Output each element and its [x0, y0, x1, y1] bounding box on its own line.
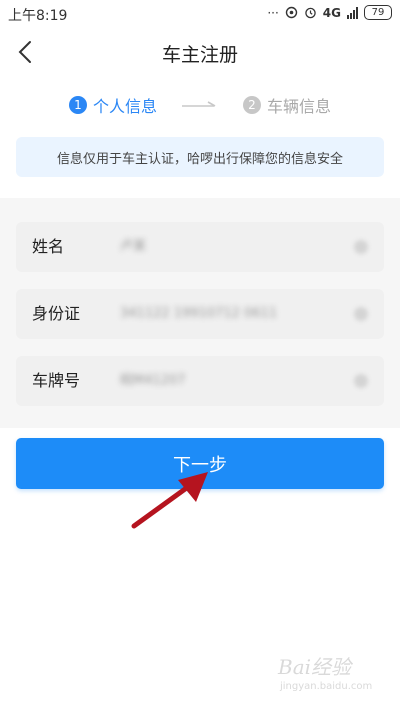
- step-vehicle-info: 2 车辆信息: [243, 93, 331, 117]
- alarm-icon: [305, 7, 316, 19]
- name-label: 姓名: [32, 237, 65, 256]
- page-title: 车主注册: [161, 44, 238, 66]
- status-icons: ··· 4G 79: [267, 5, 392, 20]
- long-arrow-right-icon: [181, 100, 219, 110]
- baidu-watermark: Bai经验 jingyan.baidu.com: [278, 649, 384, 701]
- step-number: 1: [68, 96, 87, 114]
- step-label: 车辆信息: [267, 97, 332, 116]
- id-label: 身份证: [32, 304, 81, 323]
- form-area: 姓名 卢某 身份证 341122 19910712 0611 车牌号 皖M412…: [0, 198, 400, 428]
- status-time: 上午8:19: [8, 8, 68, 24]
- watermark-url: jingyan.baidu.com: [280, 681, 373, 692]
- step-label: 个人信息: [92, 97, 157, 116]
- hotspot-icon: [285, 6, 297, 19]
- step-indicator: 1 个人信息 2 车辆信息: [0, 92, 400, 118]
- battery-indicator: 79: [364, 5, 392, 20]
- form-row-id[interactable]: 身份证 341122 19910712 0611: [16, 289, 384, 339]
- id-number-field[interactable]: 341122 19910712 0611: [120, 289, 340, 339]
- privacy-notice: 信息仅用于车主认证，哈啰出行保障您的信息安全: [16, 137, 384, 177]
- plate-label: 车牌号: [32, 371, 81, 390]
- annotation-arrow-icon: [131, 472, 208, 529]
- status-bar: 上午8:19 ··· 4G 79: [0, 0, 400, 28]
- clear-circle-icon[interactable]: [354, 240, 368, 254]
- nav-bar: 车主注册: [0, 28, 400, 76]
- step-number: 2: [243, 96, 261, 114]
- plate-number-field[interactable]: 皖M41207: [120, 356, 340, 406]
- form-row-plate[interactable]: 车牌号 皖M41207: [16, 356, 384, 406]
- clear-circle-icon[interactable]: [354, 307, 368, 321]
- network-label: 4G: [322, 5, 341, 20]
- signal-icon: [347, 6, 358, 19]
- form-row-name[interactable]: 姓名 卢某: [16, 222, 384, 272]
- step-personal-info: 1 个人信息: [68, 93, 157, 117]
- dots-icon: ···: [267, 5, 279, 20]
- watermark-logo: Bai经验: [278, 655, 352, 679]
- clear-circle-icon[interactable]: [354, 374, 368, 388]
- name-field[interactable]: 卢某: [120, 222, 340, 272]
- screen: 上午8:19 ··· 4G 79 车主注册 1 个人信息 2 车辆信息 信息仅用…: [0, 0, 400, 711]
